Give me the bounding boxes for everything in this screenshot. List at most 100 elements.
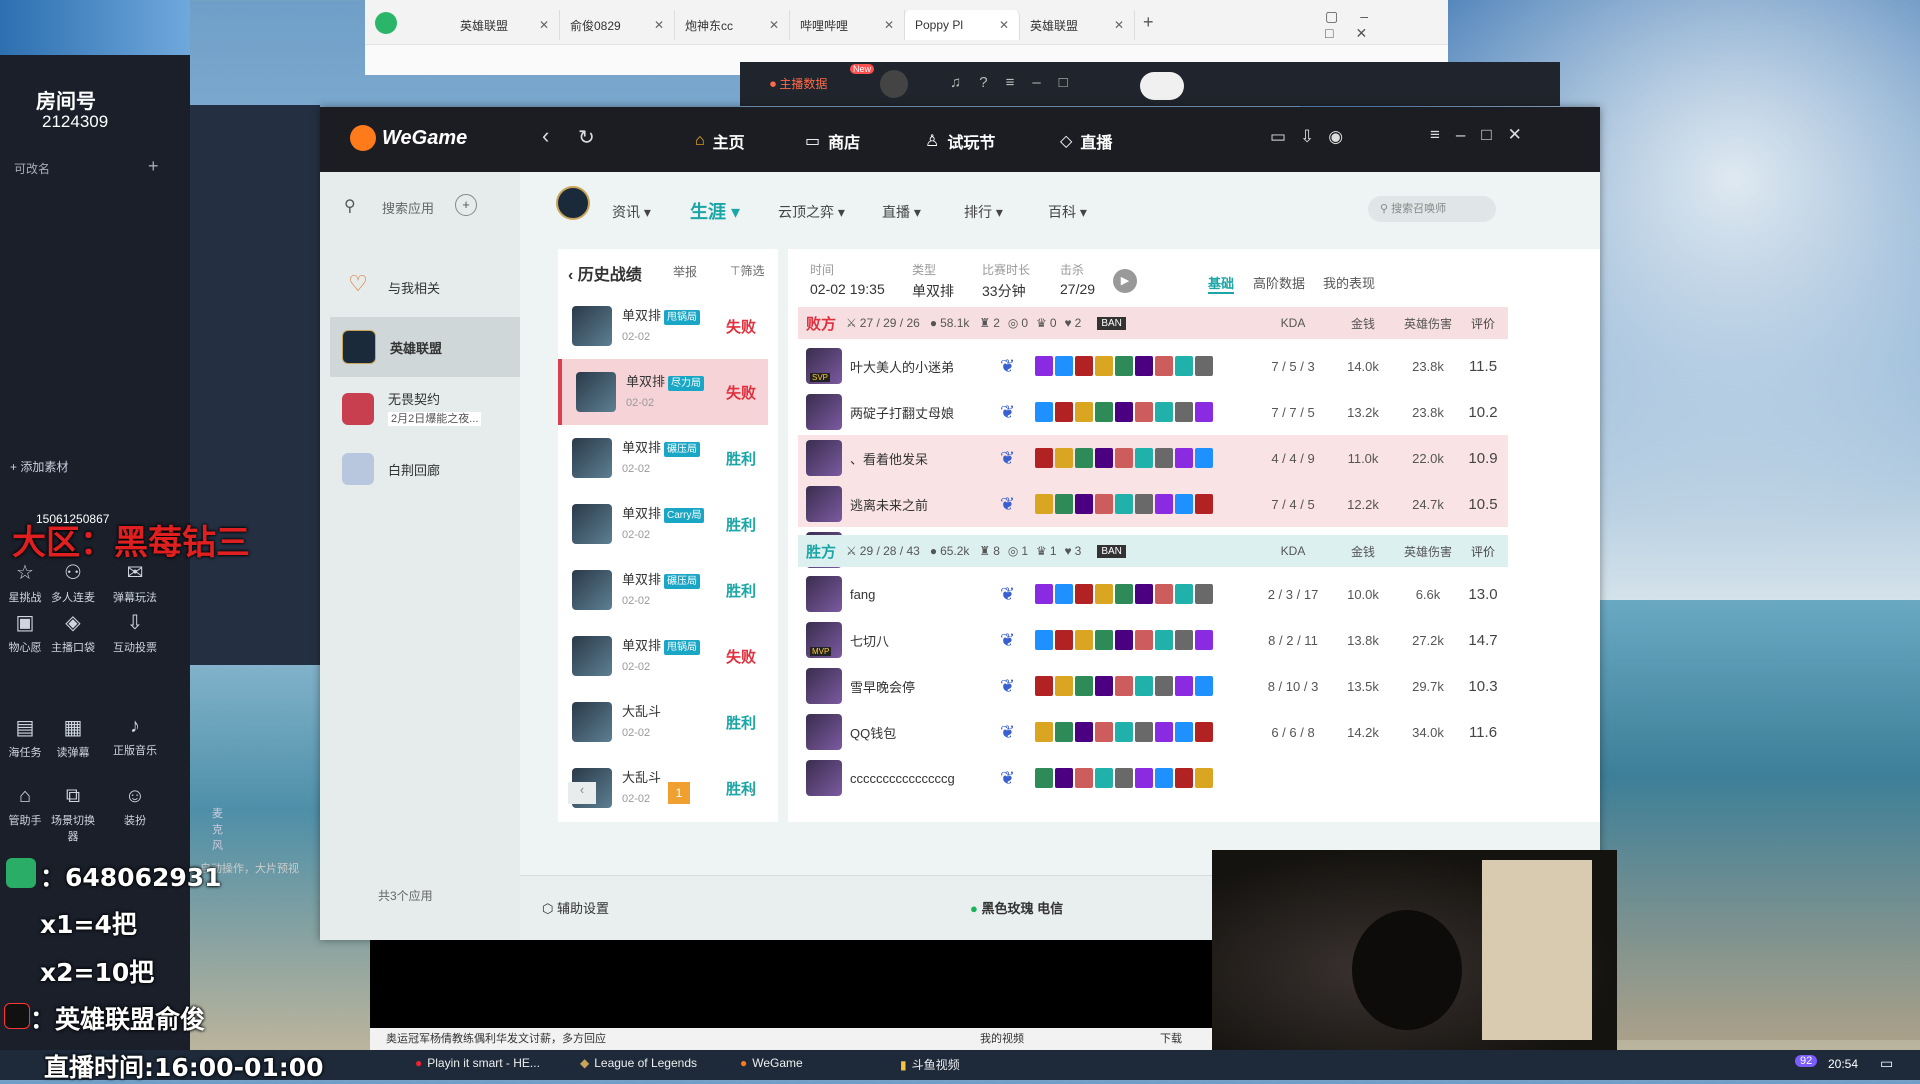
player-row[interactable]: 雪早晚会停 ❦ 8 / 10 / 3 13.5k 29.7k 10.3: [798, 663, 1508, 709]
player-name[interactable]: 两碇子打翻丈母娘: [850, 403, 1000, 422]
tool-star-challenge[interactable]: ☆ 星挑战: [0, 560, 50, 605]
new-tab-icon[interactable]: +: [1143, 12, 1154, 33]
tool-scene-switch[interactable]: ⧉ 场景切换器: [48, 785, 98, 844]
next-page-button[interactable]: ›: [738, 782, 766, 804]
player-name[interactable]: 逃离未来之前: [850, 495, 1000, 514]
player-row[interactable]: 、看着他发呆 ❦ 4 / 4 / 9 11.0k 22.0k 10.9: [798, 435, 1508, 481]
player-row[interactable]: 叶大美人的小迷弟 ❦ 7 / 5 / 3 14.0k 23.8k 11.5 SVP: [798, 343, 1508, 389]
player-name[interactable]: 、看着他发呆: [850, 449, 1000, 468]
add-app-icon[interactable]: +: [455, 194, 477, 216]
history-row[interactable]: 单双排 碾压局 02-02 胜利: [558, 557, 768, 623]
notification-icon[interactable]: ▭: [1880, 1055, 1893, 1072]
tool-multi-mic[interactable]: ⚇ 多人连麦: [48, 560, 98, 605]
window-controls[interactable]: ▢‒□✕: [1325, 8, 1448, 42]
history-row[interactable]: 单双排 Carry局 02-02 胜利: [558, 491, 768, 557]
nav-live[interactable]: ◇ 直播: [1060, 129, 1112, 153]
report-button[interactable]: 举报: [673, 263, 697, 280]
subnav-tft[interactable]: 云顶之弈 ▾: [778, 202, 845, 222]
tool-assistant[interactable]: ⌂ 管助手: [0, 785, 50, 828]
player-row[interactable]: cccccccccccccccg ❦: [798, 755, 1508, 801]
player-row[interactable]: 七切八 ❦ 8 / 2 / 11 13.8k 27.2k 14.7 MVP: [798, 617, 1508, 663]
player-row[interactable]: 逃离未来之前 ❦ 7 / 4 / 5 12.2k 24.7k 10.5: [798, 481, 1508, 527]
close-icon[interactable]: ✕: [533, 18, 549, 32]
sidebar-item-lol[interactable]: 英雄联盟: [330, 317, 520, 377]
sidebar-item-valorant[interactable]: 无畏契约 2月2日爆能之夜...: [330, 379, 520, 439]
tab-advanced[interactable]: 高阶数据: [1253, 273, 1305, 292]
subnav-career[interactable]: 生涯 ▾: [690, 198, 740, 224]
tool-wish[interactable]: ▣ 物心愿: [0, 610, 50, 655]
my-video-link[interactable]: 我的视频: [980, 1028, 1024, 1050]
taskbar-item-wegame[interactable]: ● WeGame: [740, 1056, 803, 1070]
history-row[interactable]: 单双排 甩锅局 02-02 失败: [558, 293, 768, 359]
history-row[interactable]: 大乱斗 02-02 胜利: [558, 689, 768, 755]
filter-button[interactable]: ⊤筛选: [730, 262, 764, 279]
player-row[interactable]: fang ❦ 2 / 3 / 17 10.0k 6.6k 13.0: [798, 571, 1508, 617]
tool-pocket[interactable]: ◈ 主播口袋: [48, 610, 98, 655]
subnav-live[interactable]: 直播 ▾: [882, 202, 921, 222]
nav-home[interactable]: ⌂ 主页: [695, 129, 745, 153]
close-icon[interactable]: ✕: [993, 18, 1009, 32]
back-icon[interactable]: ‹: [542, 123, 549, 149]
player-name[interactable]: fang: [850, 587, 1000, 602]
ban-badge[interactable]: BAN: [1097, 544, 1126, 558]
tool-dressup[interactable]: ☺ 装扮: [110, 785, 160, 828]
streamer-avatar[interactable]: [880, 70, 908, 98]
player-row[interactable]: QQ钱包 ❦ 6 / 6 / 8 14.2k 34.0k 11.6: [798, 709, 1508, 755]
notification-badge[interactable]: 92: [1795, 1055, 1818, 1067]
close-icon[interactable]: ✕: [648, 18, 664, 32]
tool-task[interactable]: ▤ 海任务: [0, 715, 50, 760]
subnav-rank[interactable]: 排行 ▾: [964, 202, 1003, 222]
browser-tab-6[interactable]: 英雄联盟 ✕: [1020, 10, 1135, 40]
subnav-news[interactable]: 资讯 ▾: [612, 202, 651, 222]
app-search-input[interactable]: 搜索应用: [382, 198, 434, 217]
player-name[interactable]: 叶大美人的小迷弟: [850, 357, 1000, 376]
browser-tab-2[interactable]: 俞俊0829 ✕: [560, 10, 675, 40]
close-icon[interactable]: ✕: [763, 18, 779, 32]
add-material-button[interactable]: + 添加素材: [10, 458, 68, 475]
summoner-search-input[interactable]: ⚲ 搜索召唤师: [1368, 196, 1496, 222]
clock[interactable]: 20:54: [1828, 1057, 1858, 1071]
tool-vote[interactable]: ⇩ 互动投票: [110, 610, 160, 655]
subnav-wiki[interactable]: 百科 ▾: [1048, 202, 1087, 222]
replay-icon[interactable]: ▶: [1113, 269, 1137, 293]
taskbar-item-lol[interactable]: ◆ League of Legends: [580, 1056, 697, 1070]
tab-basic[interactable]: 基础: [1208, 273, 1235, 294]
streamer-tool-icons[interactable]: ♫?≡‒□: [950, 74, 1086, 91]
tool-read-danmaku[interactable]: ▦ 读弹幕: [48, 715, 98, 760]
taskbar-item-music[interactable]: ● Playin it smart - HE...: [415, 1056, 540, 1070]
window-controls[interactable]: ≡‒□✕: [1430, 125, 1538, 145]
refresh-icon[interactable]: ↻: [578, 125, 595, 150]
browser-tab-1[interactable]: 英雄联盟 ✕: [450, 10, 560, 40]
mic-label[interactable]: 麦克风: [212, 805, 223, 853]
add-scene-icon[interactable]: +: [148, 156, 159, 177]
server-status[interactable]: ● 黑色玫瑰 电信: [970, 898, 1063, 917]
live-data-button[interactable]: ⏺ 主播数据: [770, 75, 827, 92]
rename-label[interactable]: 可改名: [14, 160, 50, 177]
search-icon[interactable]: ⚲: [344, 196, 356, 216]
assist-settings-button[interactable]: ⬡ 辅助设置: [542, 898, 609, 917]
history-row[interactable]: 单双排 碾压局 02-02 胜利: [558, 425, 768, 491]
prev-page-button[interactable]: ‹: [568, 782, 596, 804]
history-row[interactable]: 单双排 尽力局 02-02 失败: [558, 359, 768, 425]
history-row[interactable]: 单双排 甩锅局 02-02 失败: [558, 623, 768, 689]
sidebar-item-related[interactable]: ♡ 与我相关: [330, 257, 520, 317]
player-name[interactable]: cccccccccccccccg: [850, 771, 1000, 786]
browser-tab-3[interactable]: 炮神东cc ✕: [675, 10, 790, 40]
tool-danmaku-play[interactable]: ✉ 弹幕玩法: [110, 560, 160, 605]
page-number[interactable]: 1: [668, 782, 690, 804]
taskbar-item-douyu[interactable]: ▮ 斗鱼视频: [900, 1056, 960, 1073]
tab-my-performance[interactable]: 我的表现: [1323, 273, 1375, 292]
player-name[interactable]: 雪早晚会停: [850, 677, 1000, 696]
browser-tab-5[interactable]: Poppy Pl ✕: [905, 10, 1020, 40]
player-name[interactable]: 七切八: [850, 631, 1000, 650]
close-icon[interactable]: ✕: [878, 18, 894, 32]
topbar-tool-icons[interactable]: ▭⇩◉: [1270, 127, 1357, 147]
browser-tab-4[interactable]: 哔哩哔哩 ✕: [790, 10, 905, 40]
download-link[interactable]: 下载: [1160, 1028, 1182, 1050]
tool-music[interactable]: ♪ 正版音乐: [110, 715, 160, 758]
close-icon[interactable]: ✕: [1108, 18, 1124, 32]
sidebar-item-baijing[interactable]: 白荆回廊: [330, 439, 520, 499]
player-row[interactable]: 两碇子打翻丈母娘 ❦ 7 / 7 / 5 13.2k 23.8k 10.2: [798, 389, 1508, 435]
nav-store[interactable]: ▭ 商店: [805, 129, 860, 153]
nav-trial-festival[interactable]: ♙ 试玩节: [925, 129, 995, 153]
